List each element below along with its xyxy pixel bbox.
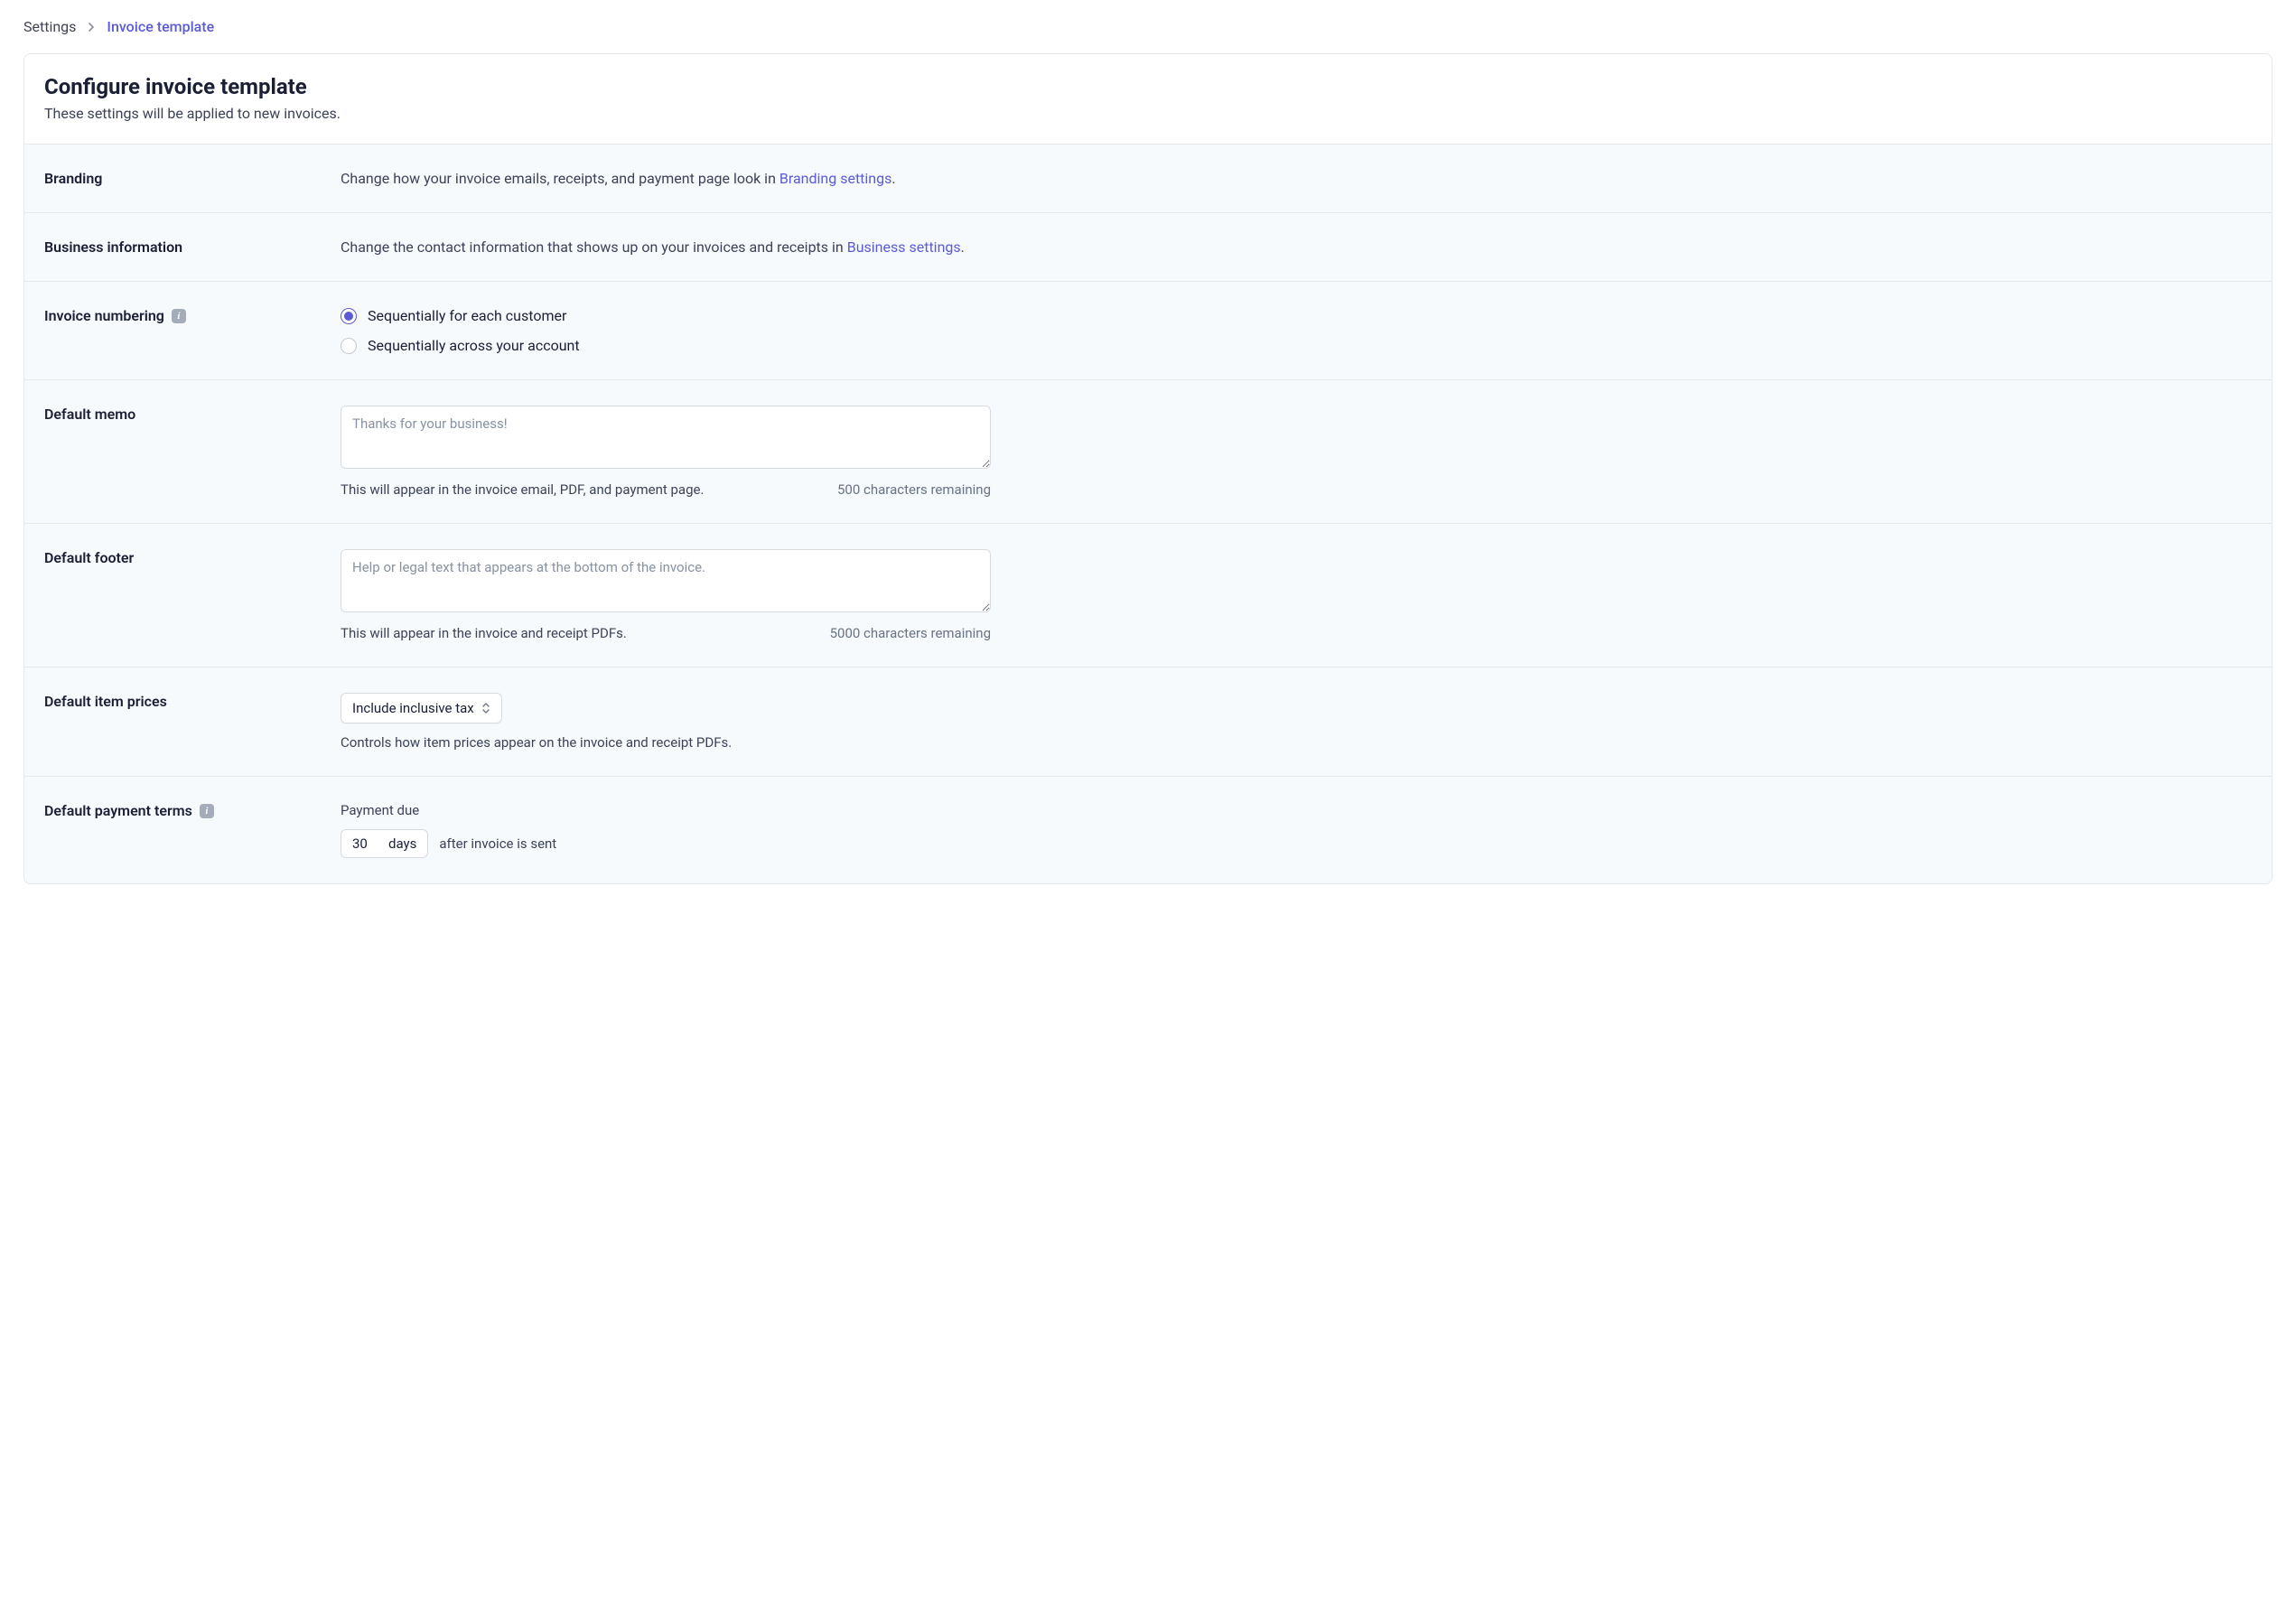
radio-label: Sequentially for each customer	[368, 307, 566, 324]
section-label-memo: Default memo	[44, 406, 341, 423]
payment-days-input[interactable]	[352, 835, 379, 852]
payment-days-unit: days	[388, 835, 416, 852]
section-label-business: Business information	[44, 238, 341, 256]
breadcrumb-root[interactable]: Settings	[23, 18, 76, 35]
section-default-memo: Default memo This will appear in the inv…	[24, 379, 2272, 523]
item-prices-select-value: Include inclusive tax	[352, 700, 474, 716]
radio-label: Sequentially across your account	[368, 337, 580, 354]
section-label-branding: Branding	[44, 170, 341, 187]
settings-panel: Configure invoice template These setting…	[23, 53, 2273, 884]
radio-icon	[341, 308, 357, 324]
payment-days-field[interactable]: days	[341, 829, 428, 858]
section-default-payment-terms: Default payment terms i Payment due days…	[24, 776, 2272, 883]
memo-help-text: This will appear in the invoice email, P…	[341, 481, 704, 498]
info-icon[interactable]: i	[172, 309, 186, 323]
page-title: Configure invoice template	[44, 74, 2252, 99]
section-default-item-prices: Default item prices Include inclusive ta…	[24, 667, 2272, 776]
branding-settings-link[interactable]: Branding settings	[779, 170, 892, 187]
default-memo-textarea[interactable]	[341, 406, 991, 469]
business-text-after: .	[961, 238, 965, 256]
radio-sequential-per-customer[interactable]: Sequentially for each customer	[341, 307, 2252, 324]
section-label-payment-terms: Default payment terms	[44, 802, 192, 819]
section-label-item-prices: Default item prices	[44, 693, 341, 710]
branding-text-before: Change how your invoice emails, receipts…	[341, 170, 779, 187]
footer-help-text: This will appear in the invoice and rece…	[341, 625, 627, 641]
breadcrumb: Settings Invoice template	[0, 0, 2296, 53]
memo-char-counter: 500 characters remaining	[837, 481, 991, 498]
numbering-radio-group: Sequentially for each customer Sequentia…	[341, 307, 2252, 354]
payment-after-text: after invoice is sent	[439, 835, 556, 852]
branding-text-after: .	[891, 170, 895, 187]
section-default-footer: Default footer This will appear in the i…	[24, 523, 2272, 667]
footer-char-counter: 5000 characters remaining	[830, 625, 991, 641]
chevron-updown-icon	[481, 702, 490, 714]
section-label-footer: Default footer	[44, 549, 341, 566]
breadcrumb-current[interactable]: Invoice template	[107, 18, 214, 35]
section-business-information: Business information Change the contact …	[24, 212, 2272, 281]
payment-due-label: Payment due	[341, 802, 2252, 818]
info-icon[interactable]: i	[200, 804, 214, 818]
business-text-before: Change the contact information that show…	[341, 238, 847, 256]
default-footer-textarea[interactable]	[341, 549, 991, 612]
panel-header: Configure invoice template These setting…	[24, 54, 2272, 144]
section-label-numbering: Invoice numbering	[44, 307, 164, 324]
chevron-right-icon	[87, 23, 96, 32]
radio-sequential-across-account[interactable]: Sequentially across your account	[341, 337, 2252, 354]
item-prices-select[interactable]: Include inclusive tax	[341, 693, 502, 723]
page-subtitle: These settings will be applied to new in…	[44, 105, 2252, 122]
section-branding: Branding Change how your invoice emails,…	[24, 144, 2272, 212]
radio-icon	[341, 338, 357, 354]
business-settings-link[interactable]: Business settings	[847, 238, 961, 256]
section-invoice-numbering: Invoice numbering i Sequentially for eac…	[24, 281, 2272, 379]
item-prices-help-text: Controls how item prices appear on the i…	[341, 734, 2252, 751]
